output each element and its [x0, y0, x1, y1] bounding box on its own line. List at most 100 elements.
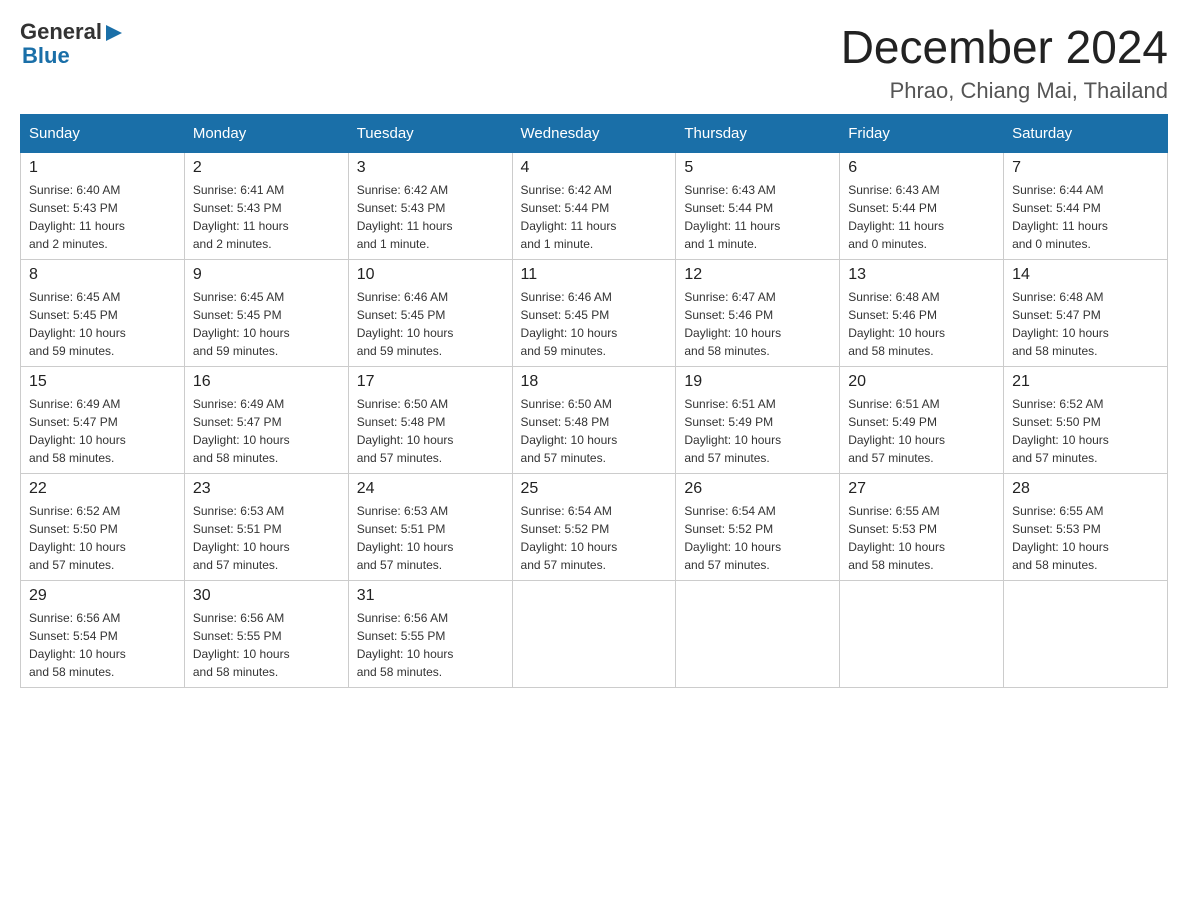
calendar-week-1: 1 Sunrise: 6:40 AMSunset: 5:43 PMDayligh… — [21, 153, 1168, 260]
location-title: Phrao, Chiang Mai, Thailand — [841, 78, 1168, 104]
calendar-week-3: 15 Sunrise: 6:49 AMSunset: 5:47 PMDaylig… — [21, 367, 1168, 474]
day-number: 15 — [29, 373, 176, 391]
calendar-cell: 14 Sunrise: 6:48 AMSunset: 5:47 PMDaylig… — [1004, 260, 1168, 367]
weekday-sunday: Sunday — [21, 115, 185, 153]
calendar-cell: 3 Sunrise: 6:42 AMSunset: 5:43 PMDayligh… — [348, 153, 512, 260]
calendar-cell: 6 Sunrise: 6:43 AMSunset: 5:44 PMDayligh… — [840, 153, 1004, 260]
day-info: Sunrise: 6:56 AMSunset: 5:55 PMDaylight:… — [193, 609, 340, 681]
calendar-cell: 27 Sunrise: 6:55 AMSunset: 5:53 PMDaylig… — [840, 474, 1004, 581]
day-number: 9 — [193, 266, 340, 284]
calendar-cell: 9 Sunrise: 6:45 AMSunset: 5:45 PMDayligh… — [184, 260, 348, 367]
day-info: Sunrise: 6:52 AMSunset: 5:50 PMDaylight:… — [1012, 395, 1159, 467]
day-info: Sunrise: 6:54 AMSunset: 5:52 PMDaylight:… — [521, 502, 668, 574]
day-info: Sunrise: 6:50 AMSunset: 5:48 PMDaylight:… — [521, 395, 668, 467]
day-info: Sunrise: 6:52 AMSunset: 5:50 PMDaylight:… — [29, 502, 176, 574]
calendar-cell: 20 Sunrise: 6:51 AMSunset: 5:49 PMDaylig… — [840, 367, 1004, 474]
day-info: Sunrise: 6:51 AMSunset: 5:49 PMDaylight:… — [684, 395, 831, 467]
day-number: 29 — [29, 587, 176, 605]
calendar-cell: 23 Sunrise: 6:53 AMSunset: 5:51 PMDaylig… — [184, 474, 348, 581]
day-info: Sunrise: 6:49 AMSunset: 5:47 PMDaylight:… — [193, 395, 340, 467]
day-number: 22 — [29, 480, 176, 498]
calendar-cell: 29 Sunrise: 6:56 AMSunset: 5:54 PMDaylig… — [21, 581, 185, 688]
calendar-cell: 18 Sunrise: 6:50 AMSunset: 5:48 PMDaylig… — [512, 367, 676, 474]
calendar-cell: 8 Sunrise: 6:45 AMSunset: 5:45 PMDayligh… — [21, 260, 185, 367]
day-info: Sunrise: 6:45 AMSunset: 5:45 PMDaylight:… — [29, 288, 176, 360]
day-info: Sunrise: 6:49 AMSunset: 5:47 PMDaylight:… — [29, 395, 176, 467]
weekday-wednesday: Wednesday — [512, 115, 676, 153]
day-info: Sunrise: 6:43 AMSunset: 5:44 PMDaylight:… — [848, 181, 995, 253]
day-number: 11 — [521, 266, 668, 284]
title-section: December 2024 Phrao, Chiang Mai, Thailan… — [841, 20, 1168, 104]
calendar-cell: 2 Sunrise: 6:41 AMSunset: 5:43 PMDayligh… — [184, 153, 348, 260]
calendar-cell: 26 Sunrise: 6:54 AMSunset: 5:52 PMDaylig… — [676, 474, 840, 581]
day-number: 23 — [193, 480, 340, 498]
calendar-cell: 1 Sunrise: 6:40 AMSunset: 5:43 PMDayligh… — [21, 153, 185, 260]
day-info: Sunrise: 6:50 AMSunset: 5:48 PMDaylight:… — [357, 395, 504, 467]
day-number: 6 — [848, 159, 995, 177]
calendar-cell: 22 Sunrise: 6:52 AMSunset: 5:50 PMDaylig… — [21, 474, 185, 581]
day-info: Sunrise: 6:41 AMSunset: 5:43 PMDaylight:… — [193, 181, 340, 253]
day-info: Sunrise: 6:54 AMSunset: 5:52 PMDaylight:… — [684, 502, 831, 574]
weekday-header-row: SundayMondayTuesdayWednesdayThursdayFrid… — [21, 115, 1168, 153]
day-number: 13 — [848, 266, 995, 284]
calendar-header: SundayMondayTuesdayWednesdayThursdayFrid… — [21, 115, 1168, 153]
day-number: 28 — [1012, 480, 1159, 498]
calendar-cell: 15 Sunrise: 6:49 AMSunset: 5:47 PMDaylig… — [21, 367, 185, 474]
weekday-monday: Monday — [184, 115, 348, 153]
day-number: 26 — [684, 480, 831, 498]
day-number: 24 — [357, 480, 504, 498]
calendar-cell: 13 Sunrise: 6:48 AMSunset: 5:46 PMDaylig… — [840, 260, 1004, 367]
calendar-table: SundayMondayTuesdayWednesdayThursdayFrid… — [20, 114, 1168, 688]
calendar-cell: 17 Sunrise: 6:50 AMSunset: 5:48 PMDaylig… — [348, 367, 512, 474]
day-number: 5 — [684, 159, 831, 177]
calendar-cell: 5 Sunrise: 6:43 AMSunset: 5:44 PMDayligh… — [676, 153, 840, 260]
day-number: 25 — [521, 480, 668, 498]
day-info: Sunrise: 6:43 AMSunset: 5:44 PMDaylight:… — [684, 181, 831, 253]
calendar-cell: 4 Sunrise: 6:42 AMSunset: 5:44 PMDayligh… — [512, 153, 676, 260]
day-number: 17 — [357, 373, 504, 391]
calendar-cell — [840, 581, 1004, 688]
day-info: Sunrise: 6:48 AMSunset: 5:46 PMDaylight:… — [848, 288, 995, 360]
day-info: Sunrise: 6:45 AMSunset: 5:45 PMDaylight:… — [193, 288, 340, 360]
day-info: Sunrise: 6:46 AMSunset: 5:45 PMDaylight:… — [357, 288, 504, 360]
day-info: Sunrise: 6:42 AMSunset: 5:44 PMDaylight:… — [521, 181, 668, 253]
day-number: 8 — [29, 266, 176, 284]
weekday-saturday: Saturday — [1004, 115, 1168, 153]
day-number: 12 — [684, 266, 831, 284]
logo-arrow-icon — [104, 23, 124, 43]
day-info: Sunrise: 6:42 AMSunset: 5:43 PMDaylight:… — [357, 181, 504, 253]
day-info: Sunrise: 6:40 AMSunset: 5:43 PMDaylight:… — [29, 181, 176, 253]
day-info: Sunrise: 6:53 AMSunset: 5:51 PMDaylight:… — [193, 502, 340, 574]
calendar-cell: 21 Sunrise: 6:52 AMSunset: 5:50 PMDaylig… — [1004, 367, 1168, 474]
day-number: 20 — [848, 373, 995, 391]
calendar-cell: 25 Sunrise: 6:54 AMSunset: 5:52 PMDaylig… — [512, 474, 676, 581]
calendar-cell — [676, 581, 840, 688]
day-number: 7 — [1012, 159, 1159, 177]
weekday-friday: Friday — [840, 115, 1004, 153]
day-number: 19 — [684, 373, 831, 391]
day-number: 31 — [357, 587, 504, 605]
day-number: 27 — [848, 480, 995, 498]
day-number: 2 — [193, 159, 340, 177]
calendar-week-4: 22 Sunrise: 6:52 AMSunset: 5:50 PMDaylig… — [21, 474, 1168, 581]
day-number: 21 — [1012, 373, 1159, 391]
calendar-cell: 24 Sunrise: 6:53 AMSunset: 5:51 PMDaylig… — [348, 474, 512, 581]
day-info: Sunrise: 6:48 AMSunset: 5:47 PMDaylight:… — [1012, 288, 1159, 360]
calendar-cell: 30 Sunrise: 6:56 AMSunset: 5:55 PMDaylig… — [184, 581, 348, 688]
day-number: 1 — [29, 159, 176, 177]
logo-blue-text: Blue — [22, 44, 70, 68]
day-info: Sunrise: 6:55 AMSunset: 5:53 PMDaylight:… — [1012, 502, 1159, 574]
day-number: 3 — [357, 159, 504, 177]
day-number: 10 — [357, 266, 504, 284]
day-info: Sunrise: 6:53 AMSunset: 5:51 PMDaylight:… — [357, 502, 504, 574]
calendar-cell: 10 Sunrise: 6:46 AMSunset: 5:45 PMDaylig… — [348, 260, 512, 367]
calendar-cell — [512, 581, 676, 688]
calendar-cell: 19 Sunrise: 6:51 AMSunset: 5:49 PMDaylig… — [676, 367, 840, 474]
calendar-cell: 7 Sunrise: 6:44 AMSunset: 5:44 PMDayligh… — [1004, 153, 1168, 260]
day-number: 4 — [521, 159, 668, 177]
day-number: 16 — [193, 373, 340, 391]
month-title: December 2024 — [841, 20, 1168, 74]
calendar-week-5: 29 Sunrise: 6:56 AMSunset: 5:54 PMDaylig… — [21, 581, 1168, 688]
calendar-cell: 28 Sunrise: 6:55 AMSunset: 5:53 PMDaylig… — [1004, 474, 1168, 581]
day-info: Sunrise: 6:55 AMSunset: 5:53 PMDaylight:… — [848, 502, 995, 574]
